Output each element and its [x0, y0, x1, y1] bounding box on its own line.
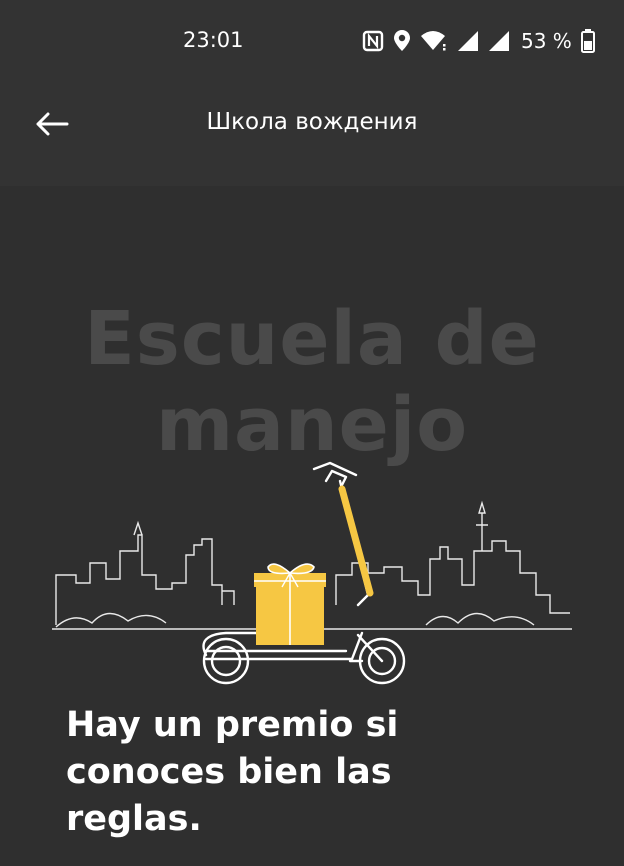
- scooter-city-illustration: [52, 461, 572, 685]
- signal-icon: [488, 30, 510, 52]
- gift-box: [254, 563, 326, 645]
- page-title: Школа вождения: [206, 109, 418, 135]
- nfc-icon: [362, 30, 384, 52]
- headline: Hay un premio si conoces bien las reglas…: [66, 702, 606, 843]
- status-icons: 53 %: [362, 27, 595, 55]
- location-icon: [393, 29, 411, 53]
- battery-icon: [580, 29, 595, 53]
- headline-line: reglas.: [66, 799, 202, 839]
- app-bar: Школа вождения: [0, 86, 624, 186]
- hero-title: Escuela de manejo: [0, 296, 624, 468]
- battery-percent: 53 %: [521, 29, 572, 53]
- signal-icon: [457, 30, 479, 52]
- headline-line: Hay un premio si: [66, 705, 399, 745]
- status-bar: 23:01 53 %: [0, 0, 624, 86]
- hero-title-line: Escuela de: [84, 296, 540, 382]
- wifi-icon: [420, 30, 448, 52]
- status-time: 23:01: [183, 28, 244, 52]
- headline-line: conoces bien las: [66, 752, 392, 792]
